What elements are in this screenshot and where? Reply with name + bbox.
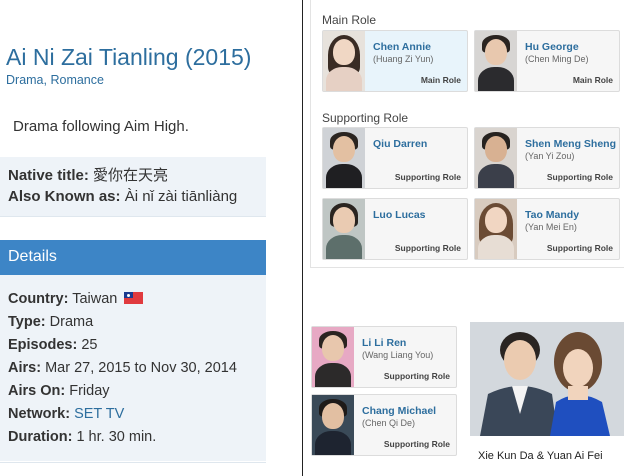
actor-photo [312,395,354,455]
actor-name[interactable]: Qiu Darren [373,138,427,150]
actor-role: Supporting Role [394,243,461,253]
details-header-label: Details [8,248,57,265]
type-label: Type: [8,314,46,330]
actor-name[interactable]: Chang Michael [362,405,436,417]
actor-role: Main Role [572,75,613,85]
actor-name[interactable]: Chen Annie [373,41,431,53]
network-row: Network: SET TV [8,406,124,422]
native-title-value: 愛你在天亮 [93,167,169,184]
actor-photo [312,327,354,387]
airs-on-row: Airs On: Friday [8,383,110,399]
cast-card-chang-michael[interactable]: Chang Michael (Chen Qi De) Supporting Ro… [311,394,457,456]
airs-value: Mar 27, 2015 to Nov 30, 2014 [45,360,237,376]
actor-role: Supporting Role [394,172,461,182]
episodes-label: Episodes: [8,337,78,353]
native-title-row: Native title: 愛你在天亮 [8,164,168,185]
drama-info-panel: Ai Ni Zai Tianling (2015) Drama, Romance… [0,0,266,476]
airs-row: Airs: Mar 27, 2015 to Nov 30, 2014 [8,360,237,376]
native-title-label: Native title: [8,167,89,184]
country-row: Country: Taiwan [8,291,144,307]
actor-native-name: (Chen Ming De) [525,54,589,64]
actor-native-name: (Wang Liang You) [362,350,434,360]
episodes-row: Episodes: 25 [8,337,97,353]
actor-native-name: (Yan Yi Zou) [525,151,575,161]
cast-card-luo-lucas[interactable]: Luo Lucas Supporting Role [322,198,468,260]
cast-card-qiu-darren[interactable]: Qiu Darren Supporting Role [322,127,468,189]
actor-role: Supporting Role [546,243,613,253]
drama-title: Ai Ni Zai Tianling (2015) [6,44,252,70]
taiwan-flag-icon [124,292,144,304]
actor-photo [475,199,517,259]
couple-photo-illustration [470,322,624,436]
duration-label: Duration: [8,429,73,445]
aka-label: Also Known as: [8,188,121,205]
actor-role: Main Role [420,75,461,85]
duration-row: Duration: 1 hr. 30 min. [8,429,156,445]
actor-role: Supporting Role [383,371,450,381]
photo-caption: Xie Kun Da & Yuan Ai Fei [478,450,603,462]
actor-name[interactable]: Luo Lucas [373,209,426,221]
details-header: Details [0,240,266,275]
collage-divider [302,0,303,476]
synopsis-text: Drama following Aim High. [13,118,189,135]
type-value: Drama [49,314,94,330]
network-label: Network: [8,406,71,422]
cast-card-shen-meng-sheng[interactable]: Shen Meng Sheng (Yan Yi Zou) Supporting … [474,127,620,189]
country-label: Country: [8,291,69,307]
genre-link-drama[interactable]: Drama [6,73,44,87]
actor-role: Supporting Role [546,172,613,182]
network-link[interactable]: SET TV [74,406,124,422]
actor-native-name: (Chen Qi De) [362,418,416,428]
actor-photo [475,31,517,91]
actor-name[interactable]: Tao Mandy [525,209,579,221]
supporting-role-heading: Supporting Role [322,111,409,125]
actor-role: Supporting Role [383,439,450,449]
episodes-value: 25 [81,337,98,353]
cast-card-chen-annie[interactable]: Chen Annie (Huang Zi Yun) Main Role [322,30,468,92]
genre-list: Drama, Romance [6,73,104,87]
details-box: Country: Taiwan Type: Drama Episodes: 25… [0,275,266,461]
type-row: Type: Drama [8,314,93,330]
genre-link-romance[interactable]: Romance [50,73,104,87]
actor-name[interactable]: Li Li Ren [362,337,406,349]
country-value: Taiwan [72,291,118,307]
actor-photo [323,199,365,259]
cast-card-tao-mandy[interactable]: Tao Mandy (Yan Mei En) Supporting Role [474,198,620,260]
cast-card-hu-george[interactable]: Hu George (Chen Ming De) Main Role [474,30,620,92]
airs-on-label: Airs On: [8,383,66,399]
actor-native-name: (Yan Mei En) [525,222,577,232]
aka-row: Also Known as: Ài nǐ zài tiānliàng [8,188,237,205]
airs-on-value: Friday [69,383,110,399]
panel-divider [0,462,266,463]
aka-value: Ài nǐ zài tiānliàng [124,188,238,205]
actor-photo [475,128,517,188]
actor-name[interactable]: Hu George [525,41,579,53]
airs-label: Airs: [8,360,42,376]
actor-name[interactable]: Shen Meng Sheng [525,138,616,150]
actor-photo [323,31,365,91]
cast-panel: Main Role Chen Annie (Huang Zi Yun) Main… [310,0,624,268]
alt-names-box: Native title: 愛你在天亮 Also Known as: Ài nǐ… [0,157,266,217]
cast-card-li-li-ren[interactable]: Li Li Ren (Wang Liang You) Supporting Ro… [311,326,457,388]
couple-photo [470,322,624,436]
main-role-heading: Main Role [322,13,377,27]
actor-native-name: (Huang Zi Yun) [373,54,434,64]
duration-value: 1 hr. 30 min. [76,429,157,445]
actor-photo [323,128,365,188]
